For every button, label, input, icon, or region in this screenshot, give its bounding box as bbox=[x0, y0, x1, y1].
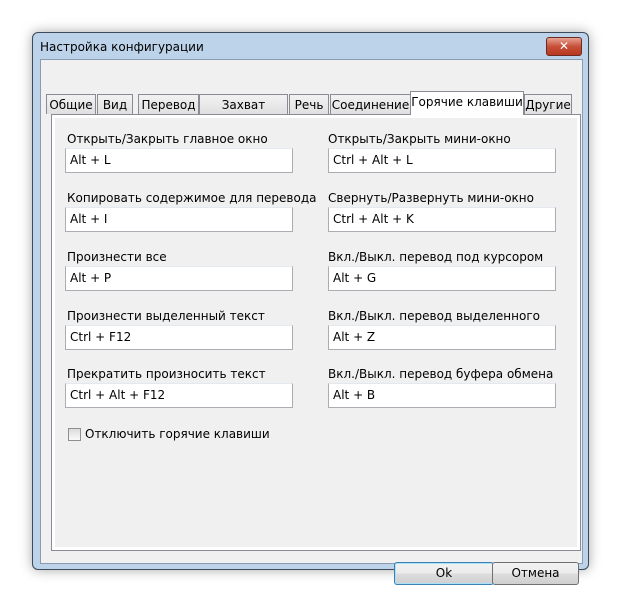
hotkey-selected-translate-input[interactable]: Alt + Z bbox=[328, 325, 556, 350]
hotkey-label: Открыть/Закрыть мини-окно bbox=[328, 132, 511, 146]
hotkey-label: Произнести выделенный текст bbox=[67, 309, 265, 323]
tab-view[interactable]: Вид bbox=[97, 94, 133, 114]
hotkeys-panel: Открыть/Закрыть главное окно Alt + L Отк… bbox=[51, 114, 581, 551]
hotkey-clipboard-translate-input[interactable]: Alt + B bbox=[328, 383, 556, 408]
hotkey-label: Произнести все bbox=[67, 250, 167, 264]
hotkey-label: Копировать содержимое для перевода bbox=[67, 191, 317, 205]
hotkey-collapse-mini-input[interactable]: Ctrl + Alt + K bbox=[328, 207, 556, 232]
hotkey-speak-all-input[interactable]: Alt + P bbox=[65, 266, 293, 291]
tab-capture-text[interactable]: Захват текста bbox=[199, 94, 288, 132]
tab-other[interactable]: Другие bbox=[524, 94, 572, 114]
hotkey-main-window-input[interactable]: Alt + L bbox=[65, 148, 293, 173]
hotkey-label: Вкл./Выкл. перевод буфера обмена bbox=[328, 367, 554, 381]
hotkey-mini-window-input[interactable]: Ctrl + Alt + L bbox=[328, 148, 556, 173]
hotkey-label: Прекратить произносить текст bbox=[67, 367, 266, 381]
hotkey-speak-selected-input[interactable]: Ctrl + F12 bbox=[65, 325, 293, 350]
cancel-button[interactable]: Отмена bbox=[492, 562, 579, 585]
hotkey-cursor-translate-input[interactable]: Alt + G bbox=[328, 266, 556, 291]
hotkey-copy-input[interactable]: Alt + I bbox=[65, 207, 293, 232]
ok-button[interactable]: Ok bbox=[394, 562, 494, 585]
hotkey-label: Вкл./Выкл. перевод под курсором bbox=[328, 250, 544, 264]
tab-general[interactable]: Общие bbox=[46, 94, 96, 114]
tab-hotkeys[interactable]: Горячие клавиши bbox=[410, 91, 524, 115]
dialog-client: Общие Вид Перевод Захват текста Речь Сое… bbox=[40, 59, 583, 585]
hotkey-label: Свернуть/Развернуть мини-окно bbox=[328, 191, 534, 205]
tab-translation[interactable]: Перевод bbox=[138, 94, 199, 114]
tab-speech[interactable]: Речь bbox=[289, 94, 329, 114]
disable-hotkeys-checkbox[interactable] bbox=[68, 428, 81, 441]
hotkey-label: Открыть/Закрыть главное окно bbox=[67, 132, 268, 146]
close-icon[interactable]: ✕ bbox=[546, 37, 582, 56]
tab-connection[interactable]: Соединение bbox=[330, 94, 411, 114]
disable-hotkeys-label[interactable]: Отключить горячие клавиши bbox=[85, 427, 270, 441]
window-title: Настройка конфигурации bbox=[40, 40, 204, 54]
hotkey-stop-speaking-input[interactable]: Ctrl + Alt + F12 bbox=[65, 383, 293, 408]
config-dialog: Настройка конфигурации ✕ Общие Вид Перев… bbox=[32, 32, 589, 585]
